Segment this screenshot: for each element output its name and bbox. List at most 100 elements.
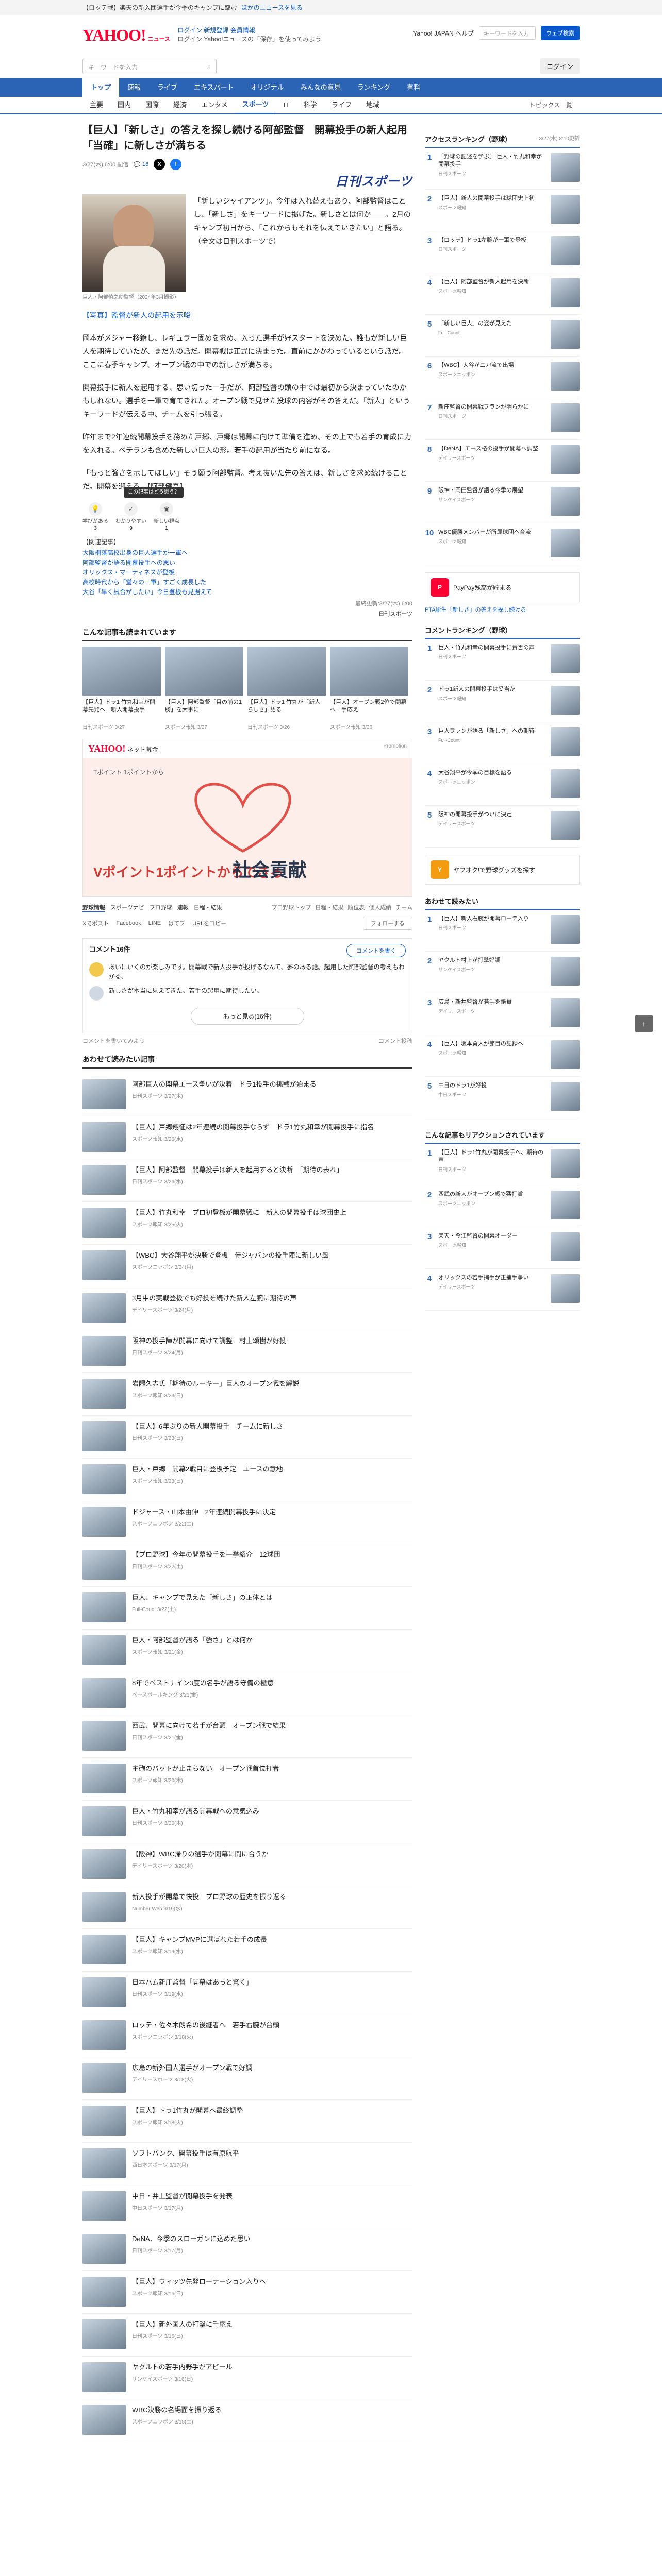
recommend-item[interactable]: ロッテ・佐々木朗希の後継者へ 若手右腕が台頭 スポーツニッポン 3/18(火) — [82, 2014, 412, 2057]
recommend-item[interactable]: 新人投手が開幕で快投 プロ野球の歴史を振り返る Number Web 3/19(水… — [82, 1886, 412, 1929]
ranking-item[interactable]: 5 阪神の開幕投手がついに決定 デイリースポーツ — [425, 806, 580, 848]
category-tab[interactable]: ライフ — [324, 97, 359, 113]
related-link[interactable]: 大谷「早く試合がしたい」今日登板も見据えて — [82, 587, 412, 597]
recommend-item[interactable]: 【巨人】ウィッツ先発ローテーション入りへ スポーツ報知 3/16(日) — [82, 2271, 412, 2314]
recommend-item[interactable]: 岩隈久志氏「期待のルーキー」巨人のオープン戦を解説 スポーツ報知 3/23(日) — [82, 1373, 412, 1416]
ranking-item[interactable]: 10 WBC優勝メンバーが所属球団へ合流 スポーツ報知 — [425, 523, 580, 565]
x-share-icon[interactable]: X — [154, 159, 166, 170]
ranking-item[interactable]: 8 【DeNA】エース格の投手が開幕へ調整 デイリースポーツ — [425, 440, 580, 482]
auction-banner[interactable]: Y ヤフオク!で野球グッズを探す — [425, 855, 580, 885]
ranking-item[interactable]: 1 【巨人】ドラ1竹丸が開幕投手へ、期待の声 日刊スポーツ — [425, 1144, 580, 1185]
recommend-item[interactable]: 【阪神】WBC帰りの選手が開幕に間に合うか デイリースポーツ 3/20(木) — [82, 1843, 412, 1886]
recommend-item[interactable]: WBC決勝の名場面を振り返る スポーツニッポン 3/15(土) — [82, 2399, 412, 2442]
recommend-item[interactable]: 【巨人】ドラ1竹丸が開幕へ最終調整 スポーツ報知 3/18(火) — [82, 2100, 412, 2143]
paypay-link[interactable]: PTA誕生「新しさ」の答えを探し続ける — [425, 605, 580, 614]
header-save-hint[interactable]: ログイン Yahoo!ニュースの「保存」を使ってみよう — [177, 35, 321, 44]
recommend-item[interactable]: 阪神の投手陣が開幕に向けて調整 村上頌樹が好投 日刊スポーツ 3/24(月) — [82, 1330, 412, 1373]
gnav-tab[interactable]: ランキング — [349, 78, 399, 97]
recommend-item[interactable]: ソフトバンク、開幕投手は有原航平 西日本スポーツ 3/17(月) — [82, 2143, 412, 2185]
facebook-share-icon[interactable]: f — [170, 159, 182, 170]
ranking-item[interactable]: 1 巨人・竹丸和幸の開幕投手に賛否の声 日刊スポーツ — [425, 639, 580, 681]
article-photo[interactable]: 巨人・阿部慎之助監督（2024年3月撮影） — [82, 194, 186, 301]
ranking-item[interactable]: 6 【WBC】大谷が二刀流で出場 スポーツニッポン — [425, 357, 580, 398]
recommend-item[interactable]: 主砲のバットが止まらない オープン戦首位打者 スポーツ報知 3/20(木) — [82, 1758, 412, 1801]
more-comments-button[interactable]: もっと見る(16件) — [191, 1008, 304, 1025]
related-link[interactable]: 高校時代から「堂々の一軍」すごく成長した — [82, 578, 412, 587]
gnav-tab[interactable]: エキスパート — [186, 78, 242, 97]
also-read-card[interactable]: 【巨人】オープン戦2位で開幕へ 手応え スポーツ報知 3/26 — [330, 647, 408, 731]
ranking-item[interactable]: 9 阪神・岡田監督が語る今季の展望 サンケイスポーツ — [425, 482, 580, 523]
share-item[interactable]: Facebook — [116, 920, 141, 926]
share-item[interactable]: Xでポスト — [82, 919, 109, 927]
gnav-tab[interactable]: 速報 — [119, 78, 149, 97]
source-name[interactable]: 日刊スポーツ — [82, 609, 412, 618]
ranking-item[interactable]: 4 【巨人】阿部監督が新人起用を決断 スポーツ報知 — [425, 273, 580, 315]
comment-post-link[interactable]: コメント投稿 — [378, 1037, 412, 1045]
back-to-top-button[interactable]: ↑ — [635, 1015, 653, 1032]
category-tab[interactable]: 国際 — [138, 97, 166, 113]
recommend-item[interactable]: 8年でベストナイン3度の名手が語る守備の極意 ベースボールキング 3/21(金) — [82, 1672, 412, 1715]
topics-link[interactable]: トピックス一覧 — [522, 97, 580, 113]
baseball-link[interactable]: 個人成績 — [369, 903, 391, 912]
header-right-links[interactable]: Yahoo! JAPAN ヘルプ — [413, 29, 474, 38]
gnav-tab[interactable]: トップ — [82, 78, 120, 97]
write-comment-button[interactable]: コメントを書く — [346, 944, 406, 957]
recommend-item[interactable]: 巨人、キャンプで見えた「新しさ」の正体とは Full-Count 3/22(土) — [82, 1587, 412, 1630]
header-login-links[interactable]: ログイン 新規登録 会員情報 — [177, 26, 321, 35]
recommend-item[interactable]: ドジャース・山本由伸 2年連続開幕投手に決定 スポーツニッポン 3/22(土) — [82, 1501, 412, 1544]
ranking-item[interactable]: 4 オリックスの若手捕手が正捕手争い デイリースポーツ — [425, 1269, 580, 1311]
photo-link[interactable]: 【写真】監督が新人の起用を示唆 — [82, 309, 412, 322]
ranking-item[interactable]: 3 広島・新井監督が若手を絶賛 デイリースポーツ — [425, 993, 580, 1035]
also-read-card[interactable]: 【巨人】阿部監督「目の前の1勝」を大事に スポーツ報知 3/27 — [165, 647, 243, 731]
recommend-item[interactable]: 【巨人】6年ぶりの新人開幕投手 チームに新しさ 日刊スポーツ 3/23(日) — [82, 1416, 412, 1459]
ranking-item[interactable]: 2 ドラ1新人の開幕投手は妥当か スポーツ報知 — [425, 681, 580, 722]
login-button[interactable]: ログイン — [540, 58, 580, 74]
follow-button[interactable]: フォローする — [363, 917, 412, 930]
news-search-input[interactable]: キーワードを入力 ⌕ — [82, 58, 217, 74]
baseball-link[interactable]: 順位表 — [347, 903, 365, 912]
yahoo-news-logo[interactable]: YAHOO! ニュース — [82, 26, 170, 45]
recommend-item[interactable]: 【巨人】戸郷翔征は2年連続の開幕投手ならず ドラ1竹丸和幸が開幕投手に指名 スポー… — [82, 1116, 412, 1159]
header-search-input[interactable]: キーワードを入力 — [479, 26, 536, 40]
publisher-logo[interactable]: 日刊スポーツ — [335, 171, 412, 189]
recommend-item[interactable]: 【巨人】新外国人の打撃に手応え 日刊スポーツ 3/16(日) — [82, 2314, 412, 2357]
recommend-item[interactable]: 巨人・竹丸和幸が語る開幕戦への意気込み 日刊スポーツ 3/20(木) — [82, 1801, 412, 1843]
category-tab[interactable]: 主要 — [82, 97, 110, 113]
ranking-item[interactable]: 4 【巨人】坂本勇人が節目の記録へ スポーツ報知 — [425, 1035, 580, 1077]
category-tab[interactable]: 科学 — [296, 97, 324, 113]
ranking-item[interactable]: 1 「野球の記述を学ぶ」 巨人・竹丸和幸が開幕投手 日刊スポーツ — [425, 148, 580, 190]
recommend-item[interactable]: 【巨人】阿部監督 開幕投手は新人を起用すると決断 「期待の表れ」 日刊スポーツ 3… — [82, 1159, 412, 1202]
category-tab[interactable]: エンタメ — [194, 97, 235, 113]
category-tab[interactable]: スポーツ — [235, 96, 276, 114]
recommend-item[interactable]: 3月中の実戦登板でも好投を続けた新人左腕に期待の声 デイリースポーツ 3/24(月… — [82, 1287, 412, 1330]
gnav-tab[interactable]: オリジナル — [242, 78, 292, 97]
baseball-tab[interactable]: 日程・結果 — [194, 903, 222, 912]
ranking-item[interactable]: 5 「新しい巨人」の姿が見えた Full-Count — [425, 315, 580, 357]
recommend-item[interactable]: 西武、開幕に向けて若手が台頭 オープン戦で結果 日刊スポーツ 3/21(金) — [82, 1715, 412, 1758]
ranking-item[interactable]: 5 中日のドラ1が好投 中日スポーツ — [425, 1077, 580, 1118]
recommend-item[interactable]: 広島の新外国人選手がオープン戦で好調 デイリースポーツ 3/18(火) — [82, 2057, 412, 2100]
ranking-item[interactable]: 2 ヤクルト村上が打撃好調 サンケイスポーツ — [425, 952, 580, 993]
recommend-item[interactable]: 【巨人】竹丸和幸 プロ初登板が開幕戦に 新人の開幕投手は球団史上 スポーツ報知 3… — [82, 1202, 412, 1245]
paypay-banner[interactable]: P PayPay残高が貯まる — [425, 572, 580, 602]
gnav-tab[interactable]: みんなの意見 — [292, 78, 349, 97]
gnav-tab[interactable]: ライブ — [149, 78, 186, 97]
category-tab[interactable]: IT — [276, 97, 296, 113]
related-link[interactable]: 大阪桐蔭高校出身の巨人選手が一軍へ — [82, 548, 412, 558]
category-tab[interactable]: 経済 — [166, 97, 194, 113]
recommend-item[interactable]: DeNA、今季のスローガンに込めた思い 日刊スポーツ 3/17(月) — [82, 2228, 412, 2271]
recommend-item[interactable]: 【WBC】大谷翔平が決勝で登板 侍ジャパンの投手陣に新しい風 スポーツニッポン 3… — [82, 1245, 412, 1287]
related-link[interactable]: オリックス・マーティネスが登板 — [82, 568, 412, 578]
ranking-item[interactable]: 3 【ロッテ】ドラ1左腕が一軍で登板 日刊スポーツ — [425, 231, 580, 273]
baseball-tab[interactable]: スポーツナビ — [110, 903, 144, 912]
reaction-clear[interactable]: ✓ わかりやすい 9 — [115, 502, 146, 531]
share-item[interactable]: LINE — [148, 920, 161, 926]
share-item[interactable]: はてブ — [168, 919, 185, 927]
baseball-link[interactable]: チーム — [395, 903, 412, 912]
baseball-tab[interactable]: 速報 — [177, 903, 189, 912]
ranking-item[interactable]: 3 楽天・今江監督の開幕オーダー スポーツ報知 — [425, 1227, 580, 1269]
baseball-link[interactable]: 日程・結果 — [315, 903, 343, 912]
reaction-new[interactable]: ◉ 新しい視点 1 — [154, 502, 179, 531]
recommend-item[interactable]: 中日・井上監督が開幕投手を発表 中日スポーツ 3/17(月) — [82, 2185, 412, 2228]
recommend-item[interactable]: 巨人・阿部監督が語る「強さ」とは何か スポーツ報知 3/21(金) — [82, 1630, 412, 1672]
